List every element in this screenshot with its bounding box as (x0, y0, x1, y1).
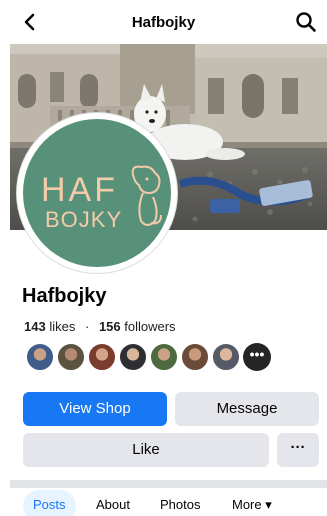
avatar[interactable] (181, 343, 209, 371)
logo-text-bottom: BOJKY (45, 207, 123, 232)
message-button[interactable]: Message (175, 392, 319, 426)
hafbojky-logo: HAF BOJKY (23, 119, 171, 267)
like-button[interactable]: Like (23, 433, 269, 467)
likes-count: 143 (24, 319, 46, 334)
page-stats: 143 likes · 156 followers (24, 319, 176, 334)
tab-posts[interactable]: Posts (23, 490, 76, 516)
top-bar: Hafbojky (0, 0, 327, 44)
followers-count: 156 (98, 319, 121, 334)
avatar[interactable] (26, 343, 54, 371)
profile-tabs: Posts About Photos More ▾ (0, 490, 327, 516)
logo-text-top: HAF (41, 171, 118, 209)
likes-label: likes (49, 319, 76, 334)
tab-about[interactable]: About (96, 490, 130, 516)
stats-separator: · (84, 319, 90, 334)
avatar[interactable] (212, 343, 240, 371)
avatar[interactable] (119, 343, 147, 371)
avatar[interactable] (88, 343, 116, 371)
dog-icon (131, 165, 162, 226)
tab-photos[interactable]: Photos (160, 490, 200, 516)
page-title: Hafbojky (131, 14, 196, 31)
view-shop-button[interactable]: View Shop (23, 392, 167, 426)
page-name: Hafbojky (22, 285, 107, 307)
more-friends-button[interactable]: ••• (243, 343, 271, 371)
more-options-button[interactable]: ··· (277, 433, 319, 467)
profile-picture[interactable]: HAF BOJKY (17, 113, 177, 273)
tab-more[interactable]: More ▾ (232, 490, 272, 516)
avatar[interactable] (57, 343, 85, 371)
section-divider (10, 480, 327, 488)
avatar[interactable] (150, 343, 178, 371)
followers-label: followers (124, 319, 176, 334)
search-icon[interactable] (295, 11, 317, 33)
